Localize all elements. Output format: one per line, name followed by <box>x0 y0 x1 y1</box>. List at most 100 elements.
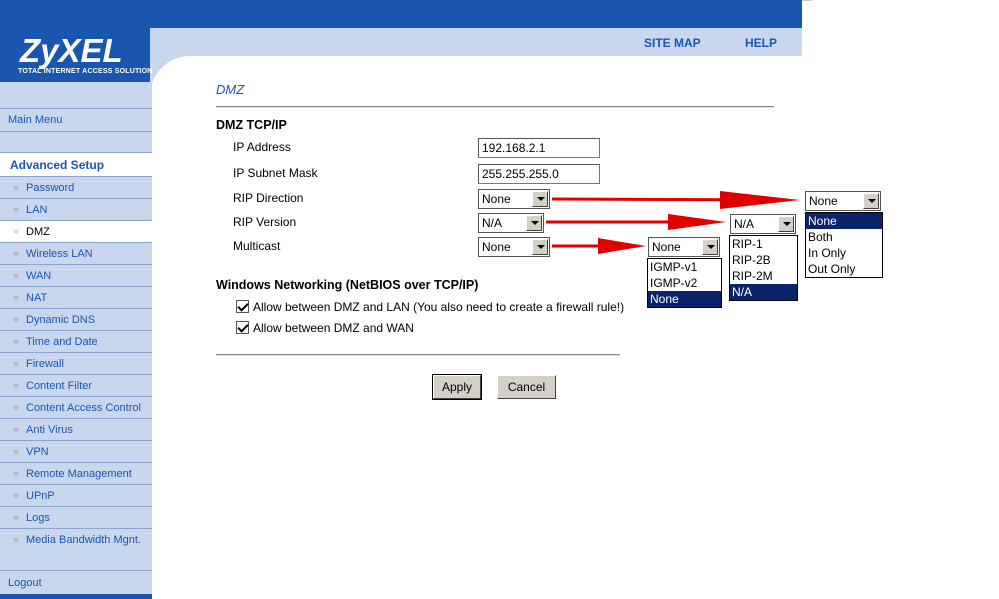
rip-version-select[interactable]: N/A <box>478 213 544 233</box>
sidebar-item-content-filter[interactable]: ○ Content Filter <box>0 374 152 396</box>
chevron-down-icon[interactable] <box>532 191 548 207</box>
rip-direction-select-expanded[interactable]: None <box>805 191 881 211</box>
sidebar-item-label: Firewall <box>26 357 64 370</box>
bullet-icon: ○ <box>13 249 19 258</box>
option-multicast-none[interactable]: None <box>648 291 721 307</box>
sidebar-item-label: WAN <box>26 269 52 282</box>
apply-button[interactable]: Apply <box>432 374 482 400</box>
sidebar-item-vpn[interactable]: ○ VPN <box>0 440 152 462</box>
header-edge <box>802 0 812 1</box>
rip-version-select-expanded[interactable]: N/A <box>730 214 796 234</box>
divider-top <box>216 106 774 108</box>
option-none[interactable]: None <box>806 213 882 229</box>
sidebar-item-label: Logs <box>26 511 50 524</box>
logo-text: ZyXEL <box>20 32 123 69</box>
sidebar-item-anti-virus[interactable]: ○ Anti Virus <box>0 418 152 440</box>
arrow-rip-direction <box>551 191 800 209</box>
sidebar-bottom-bar <box>0 594 152 599</box>
bullet-icon: ○ <box>13 513 19 522</box>
sidebar-item-remote-management[interactable]: ○ Remote Management <box>0 462 152 484</box>
section-dmz-tcpip: DMZ TCP/IP <box>216 118 287 132</box>
sidebar-item-logs[interactable]: ○ Logs <box>0 506 152 528</box>
sidebar-item-content-access-control[interactable]: ○ Content Access Control <box>0 396 152 418</box>
bullet-icon: ○ <box>13 337 19 346</box>
allow-wan-label: Allow between DMZ and WAN <box>253 321 414 335</box>
bullet-icon: ○ <box>13 293 19 302</box>
logo-tagline: Total Internet Access Solution <box>18 68 153 75</box>
option-in-only[interactable]: In Only <box>806 245 882 261</box>
sidebar-item-upnp[interactable]: ○ UPnP <box>0 484 152 506</box>
sidebar-item-nat[interactable]: ○ NAT <box>0 286 152 308</box>
multicast-value: None <box>482 240 511 254</box>
help-link[interactable]: HELP <box>745 36 777 50</box>
rip-version-options: RIP-1 RIP-2B RIP-2M N/A <box>729 235 798 301</box>
bullet-icon: ○ <box>13 447 19 456</box>
multicast-select-expanded[interactable]: None <box>648 237 720 257</box>
sidebar-main-menu[interactable]: Main Menu <box>0 108 152 132</box>
rip-direction-select[interactable]: None <box>478 189 550 209</box>
cancel-button[interactable]: Cancel <box>497 375 556 399</box>
ip-address-label: IP Address <box>233 140 291 154</box>
option-rip-2b[interactable]: RIP-2B <box>730 252 797 268</box>
sidebar-item-label: Anti Virus <box>26 423 73 436</box>
sidebar-item-time-and-date[interactable]: ○ Time and Date <box>0 330 152 352</box>
multicast-expanded-value: None <box>652 240 681 254</box>
rip-direction-value: None <box>482 192 511 206</box>
chevron-down-icon[interactable] <box>526 215 542 231</box>
sidebar-item-label: Password <box>26 181 75 194</box>
sidebar-item-label: Content Access Control <box>26 401 141 414</box>
top-band <box>0 0 802 28</box>
option-rip-2m[interactable]: RIP-2M <box>730 268 797 284</box>
sidebar-item-media-bandwidth-mgnt[interactable]: ○ Media Bandwidth Mgnt. <box>0 528 152 550</box>
rip-direction-label: RIP Direction <box>233 191 304 205</box>
site-map-link[interactable]: SITE MAP <box>644 36 701 50</box>
sidebar-item-label: LAN <box>26 203 48 216</box>
sidebar-item-wireless-lan[interactable]: ○ Wireless LAN <box>0 242 152 264</box>
ip-address-input[interactable]: 192.168.2.1 <box>478 138 600 158</box>
option-both[interactable]: Both <box>806 229 882 245</box>
sidebar-item-wan[interactable]: ○ WAN <box>0 264 152 286</box>
sidebar-item-lan[interactable]: ○ LAN <box>0 198 152 220</box>
bullet-icon: ○ <box>13 425 19 434</box>
option-na[interactable]: N/A <box>730 284 797 300</box>
rip-version-value: N/A <box>482 216 503 230</box>
sidebar-item-label: VPN <box>26 445 49 458</box>
chevron-down-icon[interactable] <box>702 239 718 255</box>
multicast-label: Multicast <box>233 239 281 253</box>
bullet-icon: ○ <box>13 227 19 236</box>
rip-version-expanded-value: N/A <box>734 217 755 231</box>
sidebar-item-dmz[interactable]: ○ DMZ <box>0 220 152 242</box>
option-igmp-v1[interactable]: IGMP-v1 <box>648 259 721 275</box>
chevron-down-icon[interactable] <box>532 239 548 255</box>
allow-lan-checkbox[interactable] <box>236 300 249 313</box>
allow-wan-checkbox[interactable] <box>236 321 249 334</box>
sidebar-item-label: Remote Management <box>26 467 132 480</box>
bullet-icon: ○ <box>13 205 19 214</box>
bullet-icon: ○ <box>13 403 19 412</box>
multicast-select[interactable]: None <box>478 237 550 257</box>
chevron-down-icon[interactable] <box>778 216 794 232</box>
sidebar-item-firewall[interactable]: ○ Firewall <box>0 352 152 374</box>
option-out-only[interactable]: Out Only <box>806 261 882 277</box>
option-rip-1[interactable]: RIP-1 <box>730 236 797 252</box>
option-igmp-v2[interactable]: IGMP-v2 <box>648 275 721 291</box>
bullet-icon: ○ <box>13 491 19 500</box>
logout-link[interactable]: Logout <box>0 570 152 594</box>
subnet-mask-label: IP Subnet Mask <box>233 166 318 180</box>
sidebar-item-dynamic-dns[interactable]: ○ Dynamic DNS <box>0 308 152 330</box>
rip-direction-expanded-value: None <box>809 194 838 208</box>
subnet-mask-input[interactable]: 255.255.255.0 <box>478 164 600 184</box>
bullet-icon: ○ <box>13 469 19 478</box>
arrow-rip-version <box>546 214 726 230</box>
sidebar-item-label: Dynamic DNS <box>26 313 96 326</box>
sidebar-item-label: DMZ <box>26 225 50 238</box>
sidebar-section-advanced-setup[interactable]: Advanced Setup <box>0 152 152 176</box>
sidebar-item-label: Content Filter <box>26 379 93 392</box>
sidebar-item-password[interactable]: ○ Password <box>0 176 152 198</box>
sidebar-item-label: UPnP <box>26 489 55 502</box>
bullet-icon: ○ <box>13 381 19 390</box>
bullet-icon: ○ <box>13 535 19 544</box>
sidebar-item-label: Media Bandwidth Mgnt. <box>26 533 141 546</box>
top-nav-bar <box>150 28 802 56</box>
chevron-down-icon[interactable] <box>863 193 879 209</box>
